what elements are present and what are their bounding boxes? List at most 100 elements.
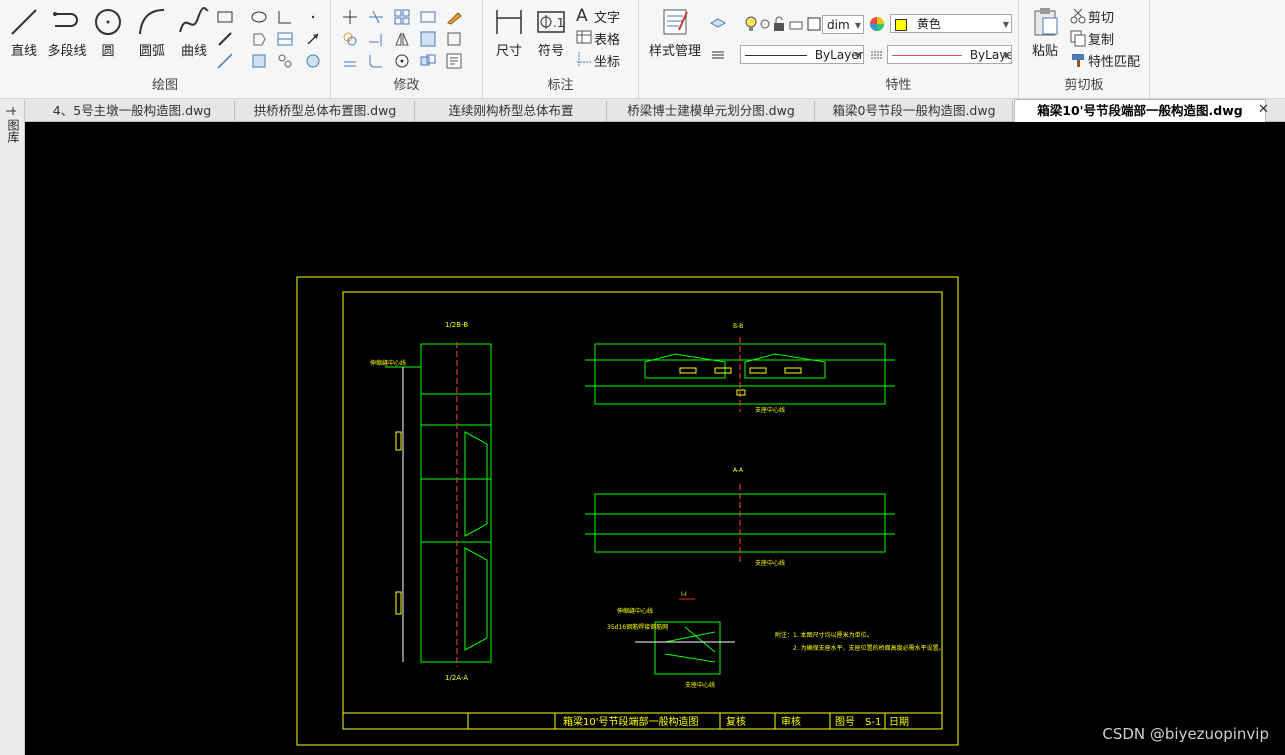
support-label-2: 支座中心线	[755, 559, 785, 567]
section-aa-label: A-A	[733, 467, 744, 474]
chevron-down-icon: ▼	[1002, 20, 1009, 29]
table-label[interactable]: 表格	[594, 29, 620, 48]
revcloud-icon[interactable]	[276, 52, 294, 70]
wipeout-icon[interactable]	[304, 52, 322, 70]
pin-icon[interactable]	[4, 105, 20, 117]
copy-icon[interactable]	[1069, 29, 1087, 47]
library-label[interactable]: 图库	[5, 119, 20, 143]
annotate-panel-title: 标注	[547, 78, 574, 93]
tab-document-1[interactable]: 4、5号主墩一般构造图.dwg	[30, 101, 235, 121]
layer-select[interactable]: dim ▼	[822, 15, 864, 34]
draw-panel-title: 绘图	[151, 78, 178, 93]
line-button[interactable]: 直线	[6, 6, 42, 59]
point-icon[interactable]	[304, 8, 322, 26]
color-box-icon	[807, 17, 821, 31]
tab-document-4[interactable]: 桥梁博士建模单元划分图.dwg	[608, 101, 815, 121]
scissors-icon[interactable]	[1069, 7, 1087, 25]
mirror-icon[interactable]	[393, 30, 411, 48]
scale-icon[interactable]	[419, 30, 437, 48]
line-icon	[11, 9, 37, 35]
view-label-top: 1/2B-B	[445, 321, 468, 329]
lineweight-icon[interactable]	[868, 46, 886, 64]
boundary-icon[interactable]	[250, 52, 268, 70]
document-tabbar: 4、5号主墩一般构造图.dwg 拱桥桥型总体布置图.dwg 连续刚构桥型总体布置…	[0, 99, 1285, 122]
array-icon[interactable]	[393, 8, 411, 26]
join-icon[interactable]	[419, 52, 437, 70]
color-wheel-icon[interactable]	[868, 15, 886, 33]
match-label[interactable]: 特性匹配	[1088, 51, 1140, 70]
style-manager-button[interactable]: 样式管理	[645, 6, 705, 59]
drawing-canvas[interactable]: 箱梁10'号节段端部一般构造图 复核 审核 图号 S-1 日期 1/2B-B 1…	[25, 122, 1285, 755]
arc-button[interactable]: 圆弧	[134, 6, 170, 59]
text-icon[interactable]: A	[575, 6, 593, 24]
text-label[interactable]: 文字	[594, 7, 620, 26]
dimension-icon	[496, 10, 522, 34]
properties-panel-title: 特性	[885, 78, 912, 93]
svg-text:A: A	[576, 6, 588, 24]
draw-panel: 直线 多段线 圆 圆弧 曲线 绘图	[0, 0, 331, 98]
linetype-line	[745, 55, 807, 56]
rotate-icon[interactable]	[393, 52, 411, 70]
title-block-date: 日期	[889, 716, 909, 728]
clipboard-panel-title: 剪切板	[1064, 78, 1104, 93]
title-block-audit: 审核	[781, 715, 801, 728]
detail-label: I-I	[681, 591, 687, 598]
circle-button[interactable]: 圆	[92, 6, 124, 59]
color-swatch	[895, 18, 907, 31]
offset-icon[interactable]	[341, 52, 359, 70]
tab-label: 桥梁博士建模单元划分图.dwg	[627, 103, 795, 118]
extend-icon[interactable]	[367, 30, 385, 48]
tab-document-6-active[interactable]: 箱梁10'号节段端部一般构造图.dwg	[1014, 99, 1266, 122]
dimension-label: 尺寸	[495, 44, 522, 59]
color-select[interactable]: 黄色 ▼	[890, 14, 1012, 33]
tab-label: 箱梁0号节段一般构造图.dwg	[832, 103, 996, 118]
tab-document-2[interactable]: 拱桥桥型总体布置图.dwg	[236, 101, 415, 121]
ellipse-icon[interactable]	[250, 8, 268, 26]
symbol-button[interactable]: .1 符号	[533, 6, 569, 59]
table-icon[interactable]	[276, 30, 294, 48]
close-tab-icon[interactable]: ✕	[1258, 102, 1269, 117]
trim-icon[interactable]	[367, 8, 385, 26]
coordinate-icon[interactable]	[575, 50, 593, 68]
table-insert-icon[interactable]	[575, 28, 593, 46]
library-sidebar[interactable]: 图库	[0, 99, 25, 755]
fillet-icon[interactable]	[367, 52, 385, 70]
ray-icon[interactable]	[216, 30, 234, 48]
cad-drawing[interactable]: 箱梁10'号节段端部一般构造图 复核 审核 图号 S-1 日期 1/2B-B 1…	[25, 122, 1285, 755]
linetype-select[interactable]: ByLayer ▼	[740, 45, 864, 64]
arrow-icon[interactable]	[304, 30, 322, 48]
color-value: 黄色	[916, 17, 941, 31]
cut-label[interactable]: 剪切	[1088, 7, 1114, 26]
curve-button[interactable]: 曲线	[176, 6, 212, 59]
bearing-pad	[395, 591, 402, 615]
layer-properties-icon[interactable]	[709, 14, 727, 32]
dimension-button[interactable]: 尺寸	[491, 6, 527, 59]
hatch-icon[interactable]	[276, 8, 294, 26]
match-layer-icon[interactable]	[709, 46, 727, 64]
arc-label: 圆弧	[138, 44, 165, 59]
polyline-button[interactable]: 多段线	[46, 6, 88, 59]
tab-document-3[interactable]: 连续刚构桥型总体布置	[416, 101, 607, 121]
clipboard-panel: 粘贴 剪切 复制 特性匹配 剪切板	[1019, 0, 1150, 98]
modify-panel-title: 修改	[393, 78, 420, 93]
title-block-drawing-no: 图号	[835, 716, 855, 728]
rectangle-icon[interactable]	[216, 8, 234, 26]
explode-icon[interactable]	[445, 30, 463, 48]
region-icon[interactable]	[250, 30, 268, 48]
view-label-bottom: 1/2A-A	[445, 674, 468, 682]
section-bb-details	[679, 367, 802, 396]
coordinate-label[interactable]: 坐标	[594, 51, 620, 70]
centerline-label: 伸缩缝中心线	[370, 359, 406, 367]
copy-label[interactable]: 复制	[1088, 29, 1114, 48]
ribbon: 直线 多段线 圆 圆弧 曲线 绘图 修改 尺寸 .1 符号 A 文字 表格 坐标…	[0, 0, 1285, 99]
erase-icon[interactable]	[445, 8, 463, 26]
lineweight-select[interactable]: ByLayer ▼	[887, 45, 1012, 64]
stretch-icon[interactable]	[419, 8, 437, 26]
properties-edit-icon[interactable]	[445, 52, 463, 70]
match-properties-icon[interactable]	[1069, 51, 1087, 69]
move-icon[interactable]	[341, 8, 359, 26]
tab-document-5[interactable]: 箱梁0号节段一般构造图.dwg	[816, 101, 1013, 121]
paste-button[interactable]: 粘贴	[1025, 6, 1065, 59]
copy-object-icon[interactable]	[341, 30, 359, 48]
xline-icon[interactable]	[216, 52, 234, 70]
